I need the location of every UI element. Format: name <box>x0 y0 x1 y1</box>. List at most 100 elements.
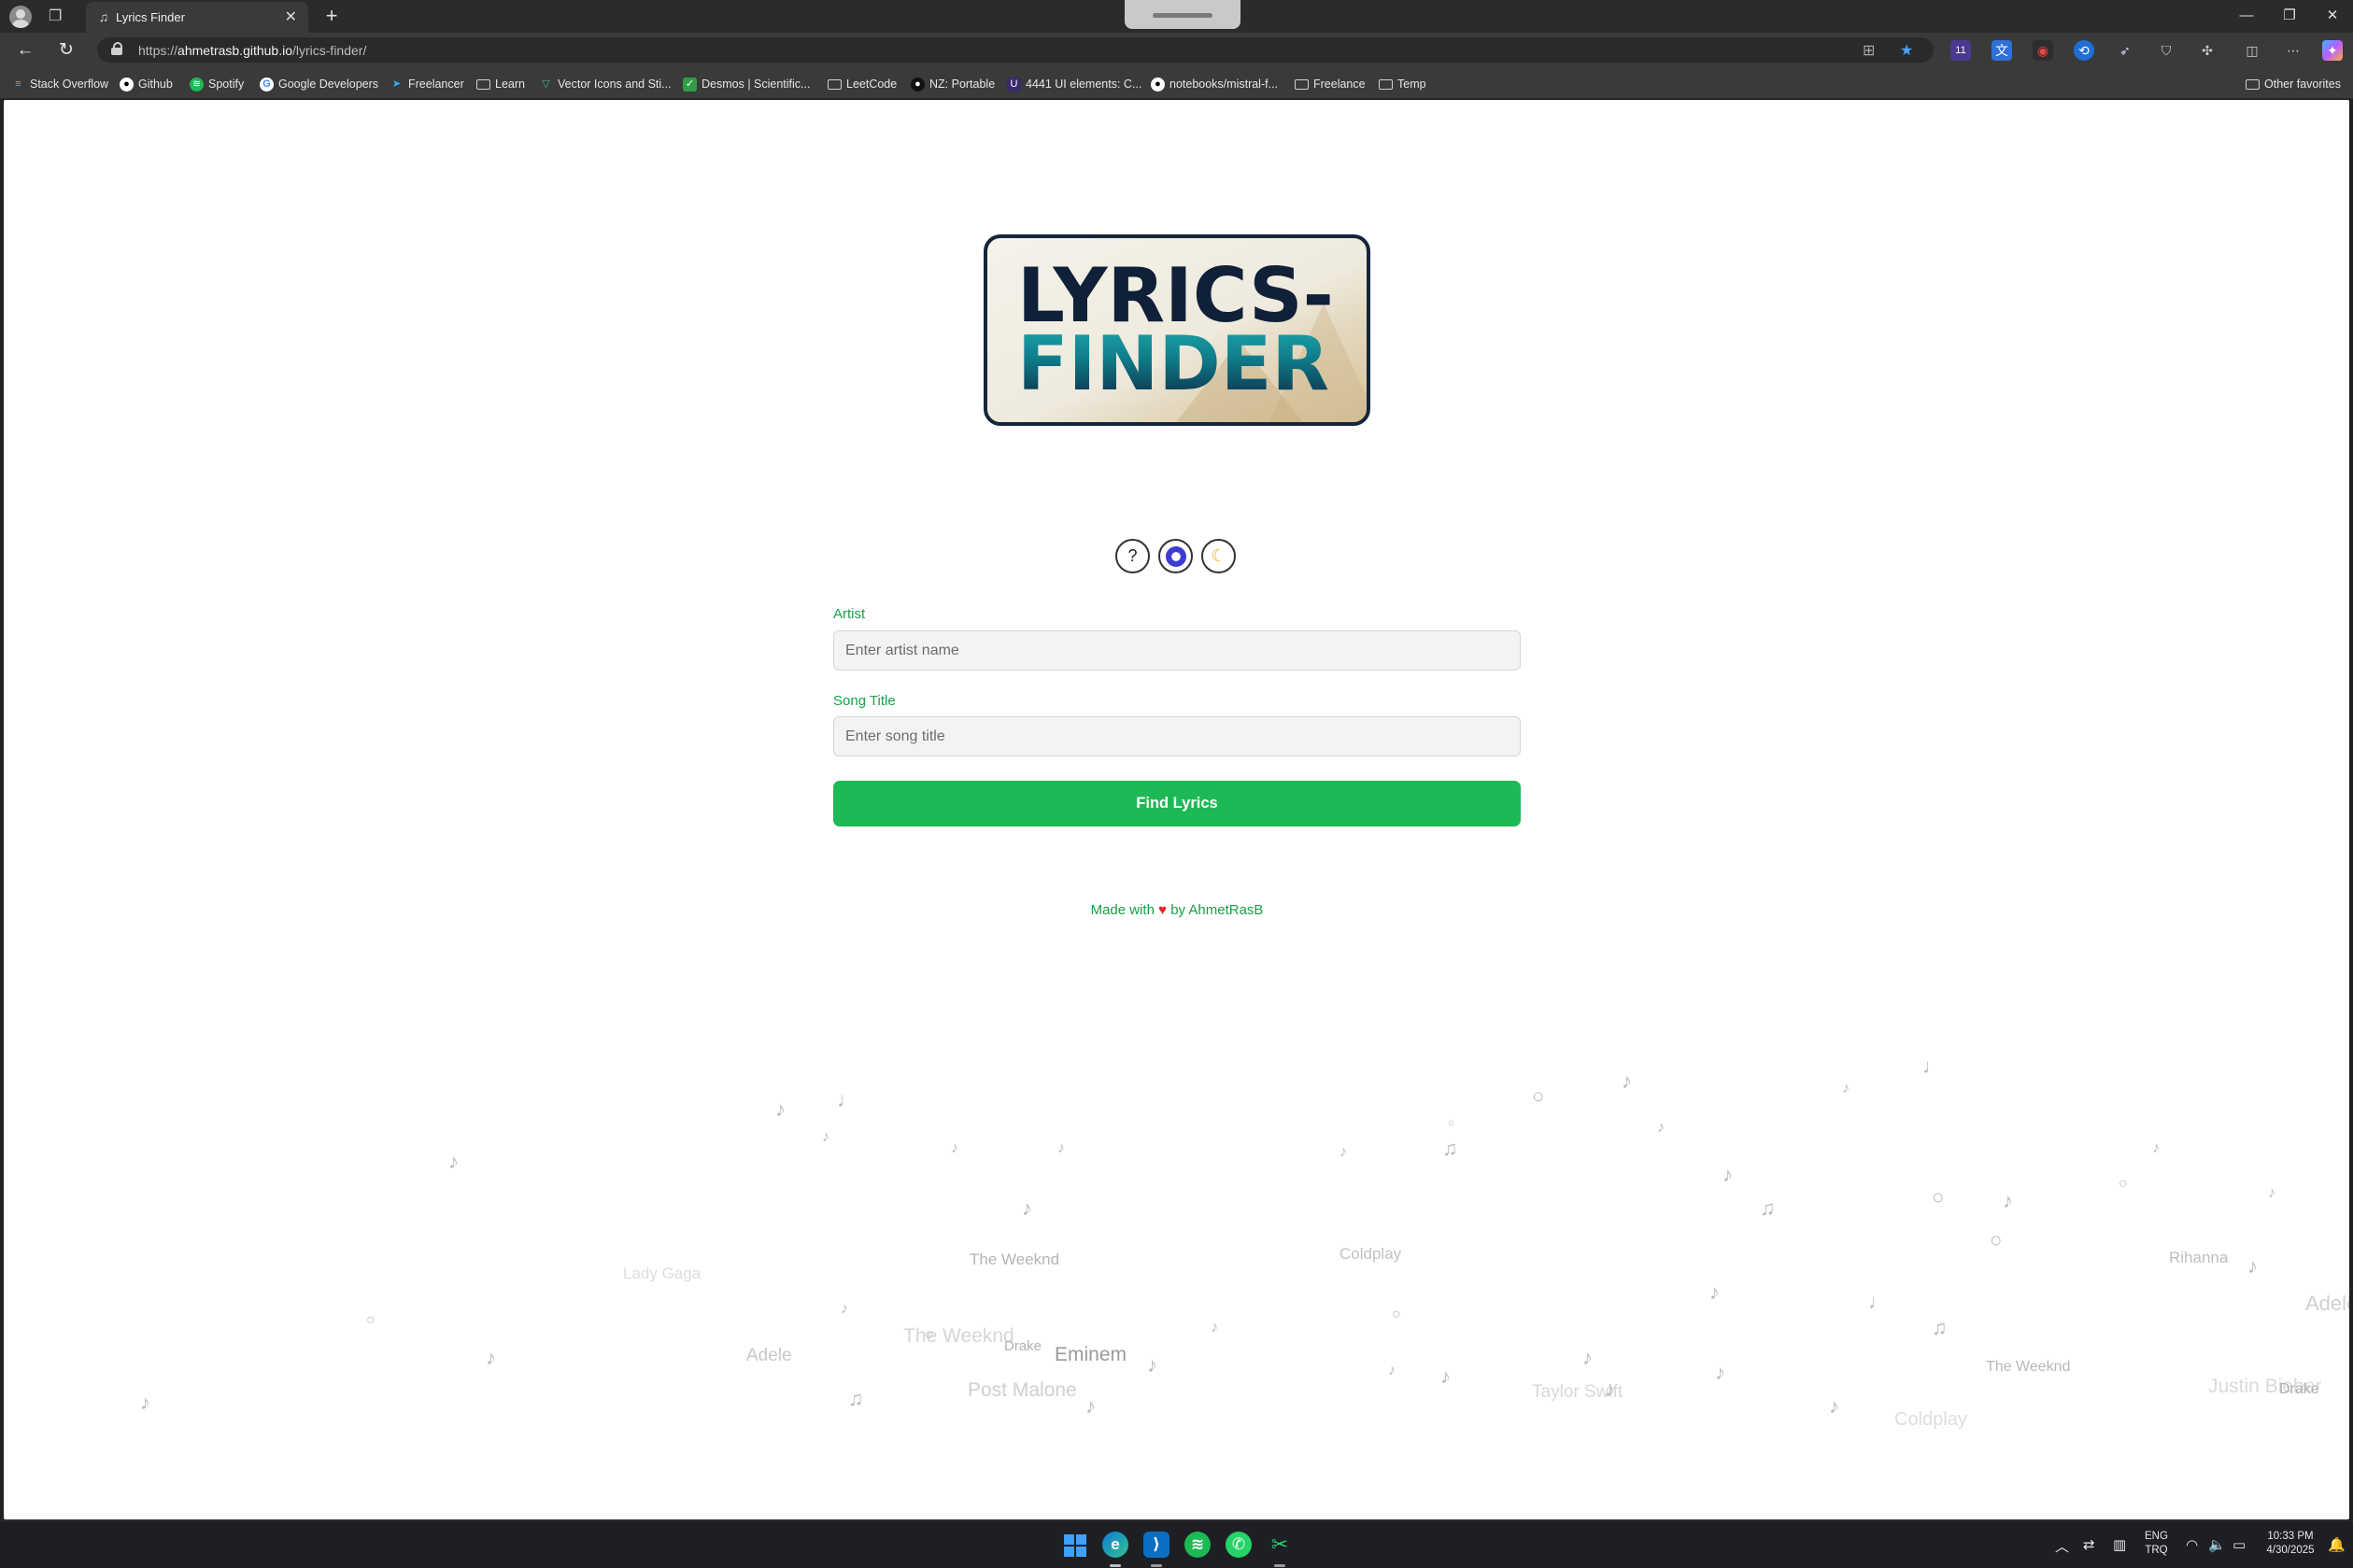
favorite-star-icon[interactable]: ★ <box>1900 41 1913 60</box>
music-note-icon: ♪ <box>2003 1189 2013 1212</box>
ui-elements-icon: U <box>1007 77 1021 92</box>
music-note-icon: ♪ <box>1722 1163 1733 1186</box>
tray-app-icon[interactable]: ▥ <box>2113 1536 2126 1553</box>
back-arrow-icon[interactable]: ← <box>13 38 37 63</box>
spotify-icon: ≋ <box>190 77 204 92</box>
address-bar[interactable]: https://ahmetrasb.github.io/lyrics-finde… <box>97 37 1934 63</box>
windows-start-icon[interactable] <box>1061 1532 1087 1558</box>
vscode-icon[interactable]: ⟩ <box>1143 1532 1169 1558</box>
extensions-puzzle-icon[interactable]: ✣ <box>2197 40 2218 61</box>
music-note-icon: ♪ <box>2268 1185 2275 1201</box>
music-note-icon: ♪ <box>1022 1196 1032 1220</box>
github-icon: ● <box>1151 77 1165 92</box>
song-title-input[interactable] <box>833 716 1521 756</box>
snipping-tool-icon[interactable]: ✂ <box>1267 1532 1293 1558</box>
edge-running-indicator <box>1110 1564 1121 1567</box>
google-icon: G <box>260 77 274 92</box>
bookmark-folder-learn[interactable]: Learn <box>476 76 525 92</box>
bookmark-folder-leetcode[interactable]: LeetCode <box>828 76 897 92</box>
bookmark-spotify[interactable]: ≋ Spotify <box>190 76 244 92</box>
reload-icon[interactable]: ↻ <box>54 38 78 63</box>
artist-label: Artist <box>833 606 866 622</box>
folder-icon <box>476 78 490 90</box>
app-available-icon[interactable]: ⊞ <box>1863 41 1875 60</box>
bookmark-desmos[interactable]: ✓ Desmos | Scientific... <box>683 76 810 92</box>
music-note-icon: ♪ <box>140 1391 150 1414</box>
volume-icon[interactable]: 🔈 <box>2208 1536 2226 1553</box>
edge-browser-icon[interactable]: e <box>1102 1532 1128 1558</box>
tab-close-icon[interactable]: ✕ <box>285 7 297 26</box>
bookmark-nz-portable[interactable]: ● NZ: Portable <box>911 76 995 92</box>
bookmark-notebooks-mistral[interactable]: ● notebooks/mistral-f... <box>1151 76 1278 92</box>
bg-artist-name: Eminem <box>1055 1344 1127 1365</box>
music-note-icon: ♪ <box>1657 1120 1665 1136</box>
music-note-icon: ♪ <box>775 1097 786 1121</box>
music-note-icon: ♩ <box>837 1088 858 1111</box>
clock[interactable]: 10:33 PM 4/30/2025 <box>2259 1530 2322 1558</box>
folder-icon <box>1379 78 1393 90</box>
battery-icon[interactable]: ▭ <box>2233 1536 2246 1553</box>
whatsapp-icon[interactable]: ✆ <box>1226 1532 1252 1558</box>
music-note-icon: ♪ <box>1057 1140 1065 1156</box>
help-icon: ? <box>1127 546 1138 565</box>
close-window-button[interactable]: ✕ <box>2318 5 2346 27</box>
music-note-icon: ♪ <box>1147 1353 1157 1377</box>
extension-shield-icon[interactable]: ⛉ <box>2156 40 2176 61</box>
extension-translate-icon[interactable]: 文 <box>1992 40 2012 61</box>
music-note-icon: ♪ <box>1829 1394 1839 1418</box>
wifi-icon[interactable]: ◠ <box>2186 1536 2198 1553</box>
history-button[interactable] <box>1158 539 1193 573</box>
control-buttons: ? ☾ <box>1115 539 1237 576</box>
lock-icon[interactable] <box>111 42 122 55</box>
music-note-icon: ○ <box>1532 1084 1545 1108</box>
artist-input[interactable] <box>833 630 1521 671</box>
music-note-icon: ♪ <box>1211 1320 1218 1335</box>
bookmark-stack-overflow[interactable]: ≡ Stack Overflow <box>11 76 108 92</box>
music-note-icon: ♪ <box>1582 1346 1593 1369</box>
music-note-icon: ○ <box>925 1327 934 1343</box>
more-menu-icon[interactable]: ⋯ <box>2283 40 2303 61</box>
author-link[interactable]: by AhmetRasB <box>1170 902 1263 918</box>
minimize-button[interactable]: — <box>2233 5 2261 27</box>
bookmark-github[interactable]: ● Github <box>120 76 173 92</box>
window-drag-handle[interactable] <box>1125 0 1240 29</box>
other-favorites-folder[interactable]: Other favorites <box>2246 76 2341 92</box>
spotify-taskbar-icon[interactable]: ≋ <box>1184 1532 1211 1558</box>
extension-badge-icon[interactable]: 11 <box>1950 40 1971 61</box>
music-note-icon: ○ <box>366 1312 376 1328</box>
extension-chrome-icon[interactable]: ◉ <box>2033 40 2053 61</box>
extension-rocket-icon[interactable]: ➶ <box>2115 40 2135 61</box>
bookmark-freelancer[interactable]: ➤ Freelancer <box>390 76 464 92</box>
folder-icon <box>2246 78 2260 90</box>
notification-bell-icon[interactable]: 🔔 <box>2328 1536 2346 1553</box>
bookmark-ui-elements[interactable]: U 4441 UI elements: C... <box>1007 76 1141 92</box>
bg-artist-name: The Weeknd <box>1986 1359 2071 1375</box>
vector-icon: ▽ <box>542 78 550 90</box>
music-note-icon: ♪ <box>1388 1363 1396 1378</box>
bg-artist-name: The Weeknd <box>970 1250 1060 1268</box>
footer-credit: Made with ♥ by AhmetRasB <box>1090 902 1264 918</box>
show-hidden-icons-chevron-icon[interactable]: ︿ <box>2055 1536 2069 1556</box>
workspaces-icon[interactable]: ❐ <box>49 7 67 25</box>
profile-avatar-icon[interactable] <box>9 6 32 28</box>
clock-icon <box>1165 546 1186 567</box>
new-tab-button[interactable]: + <box>319 4 344 28</box>
bookmark-google-developers[interactable]: G Google Developers <box>260 76 378 92</box>
dark-mode-toggle[interactable]: ☾ <box>1201 539 1236 573</box>
song-title-label: Song Title <box>833 693 896 709</box>
network-sync-icon[interactable]: ⇄ <box>2083 1536 2095 1553</box>
bookmark-folder-freelance[interactable]: Freelance <box>1295 76 1366 92</box>
music-note-icon: ♪ <box>1085 1394 1096 1418</box>
copilot-icon[interactable]: ✦ <box>2322 40 2343 61</box>
bookmark-vector-icons[interactable]: ▽ Vector Icons and Sti... <box>539 76 671 92</box>
restore-button[interactable]: ❐ <box>2275 5 2303 27</box>
url-text[interactable]: https://ahmetrasb.github.io/lyrics-finde… <box>138 43 366 58</box>
input-language[interactable]: ENG TRQ <box>2145 1530 2168 1558</box>
split-screen-icon[interactable]: ◫ <box>2242 40 2262 61</box>
find-lyrics-button[interactable]: Find Lyrics <box>833 781 1521 826</box>
help-button[interactable]: ? <box>1115 539 1150 573</box>
bookmark-folder-temp[interactable]: Temp <box>1379 76 1426 92</box>
browser-tab-active[interactable]: ♫ Lyrics Finder ✕ <box>86 2 308 33</box>
music-note-icon: ♪ <box>1440 1364 1451 1388</box>
extension-sync-icon[interactable]: ⟲ <box>2074 40 2094 61</box>
